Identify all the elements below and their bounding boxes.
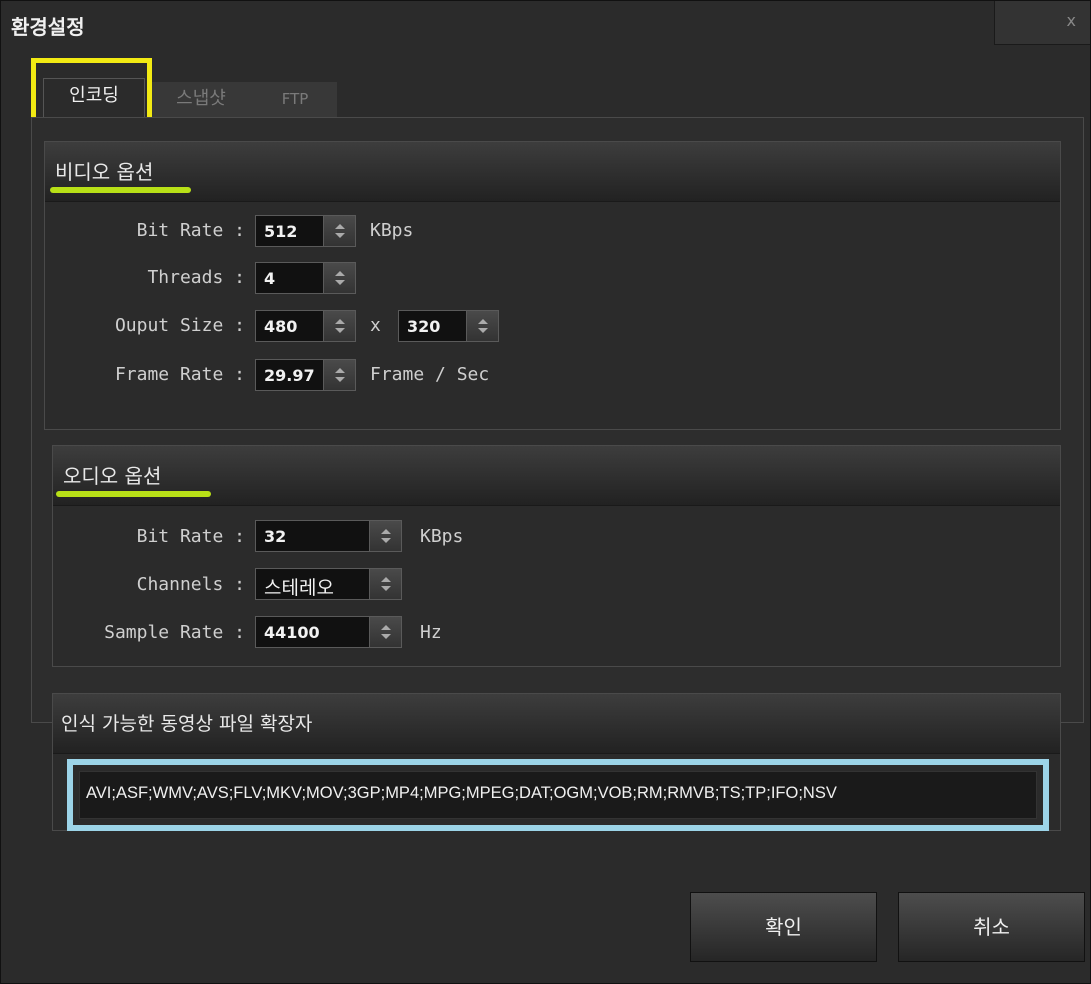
sample-rate-label: Sample Rate :: [104, 622, 245, 643]
tab-snapshot[interactable]: 스냅샷: [149, 82, 253, 118]
spin-arrows-icon[interactable]: [323, 360, 355, 390]
spin-arrows-icon[interactable]: [323, 216, 355, 246]
video-bit-rate-value: 512: [264, 222, 298, 241]
video-bit-rate-unit: KBps: [370, 220, 414, 241]
audio-bit-rate-value: 32: [264, 527, 287, 546]
output-width-spinner[interactable]: 480: [255, 310, 356, 342]
spin-arrows-icon[interactable]: [323, 263, 355, 293]
tab-encoding[interactable]: 인코딩: [43, 78, 145, 118]
channels-value: 스테레오: [264, 577, 334, 599]
spin-arrows-icon[interactable]: [466, 311, 498, 341]
output-size-label: Ouput Size :: [114, 315, 245, 336]
output-width-value: 480: [264, 317, 298, 336]
spin-arrows-icon[interactable]: [369, 521, 401, 551]
channels-label: Channels :: [136, 574, 245, 595]
audio-bit-rate-spinner[interactable]: 32: [255, 520, 402, 552]
audio-bit-rate-unit: KBps: [420, 526, 464, 547]
spin-arrows-icon[interactable]: [369, 569, 401, 599]
extensions-header: 인식 가능한 동영상 파일 확장자: [53, 694, 1060, 754]
audio-options-underline: [56, 491, 211, 497]
threads-label: Threads :: [147, 267, 245, 288]
output-height-value: 320: [407, 317, 441, 336]
audio-options-title: 오디오 옵션: [63, 464, 162, 488]
spin-arrows-icon[interactable]: [369, 617, 401, 647]
spin-arrows-icon[interactable]: [323, 311, 355, 341]
title-bar: 환경설정 x: [1, 1, 1090, 47]
settings-dialog: 환경설정 x 인코딩 스냅샷 FTP 비디오 옵션 Bit Rate : 512…: [0, 0, 1091, 984]
extensions-title: 인식 가능한 동영상 파일 확장자: [61, 713, 313, 735]
threads-spinner[interactable]: 4: [255, 262, 356, 294]
video-options-underline: [50, 187, 191, 193]
video-options-header: 비디오 옵션: [45, 142, 1060, 202]
sample-rate-unit: Hz: [420, 622, 442, 643]
dialog-title: 환경설정: [11, 15, 85, 39]
audio-bit-rate-label: Bit Rate :: [136, 526, 245, 547]
cancel-button[interactable]: 취소: [898, 892, 1085, 962]
close-button[interactable]: x: [994, 1, 1090, 45]
ok-button[interactable]: 확인: [690, 892, 877, 962]
extensions-input[interactable]: AVI;ASF;WMV;AVS;FLV;MKV;MOV;3GP;MP4;MPG;…: [79, 771, 1037, 819]
channels-select[interactable]: 스테레오: [255, 568, 402, 600]
tab-ftp[interactable]: FTP: [253, 82, 337, 118]
sample-rate-spinner[interactable]: 44100: [255, 616, 402, 648]
sample-rate-value: 44100: [264, 623, 320, 642]
frame-rate-spinner[interactable]: 29.97: [255, 359, 356, 391]
video-options-title: 비디오 옵션: [55, 160, 154, 184]
audio-options-header: 오디오 옵션: [53, 446, 1060, 506]
video-bit-rate-label: Bit Rate :: [136, 220, 245, 241]
extensions-value: AVI;ASF;WMV;AVS;FLV;MKV;MOV;3GP;MP4;MPG;…: [86, 784, 837, 802]
close-icon: x: [1066, 11, 1076, 30]
threads-value: 4: [264, 269, 276, 288]
output-size-separator: x: [370, 315, 381, 336]
frame-rate-unit: Frame / Sec: [370, 364, 490, 385]
video-bit-rate-spinner[interactable]: 512: [255, 215, 356, 247]
frame-rate-label: Frame Rate :: [114, 364, 245, 385]
frame-rate-value: 29.97: [264, 366, 315, 385]
output-height-spinner[interactable]: 320: [398, 310, 499, 342]
